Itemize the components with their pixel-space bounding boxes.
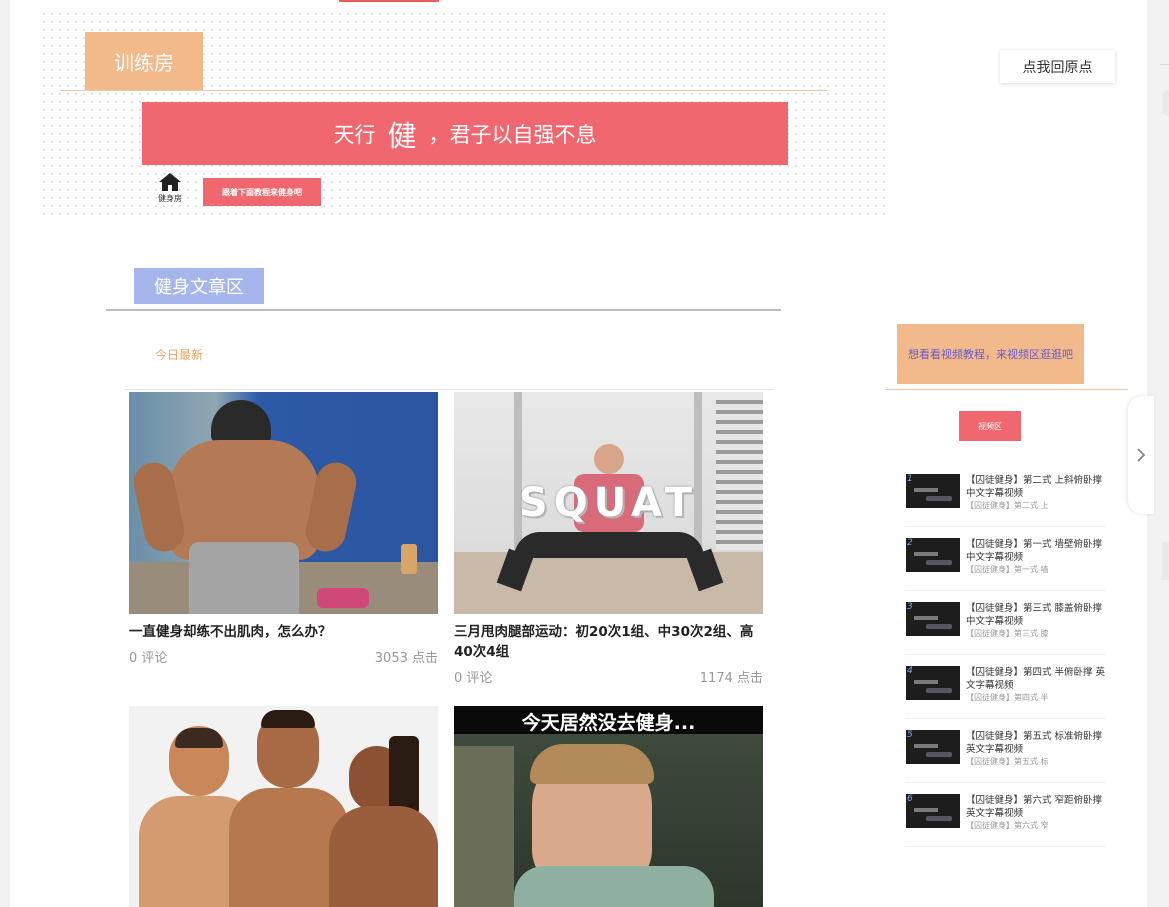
image-caption: 今天居然没去健身... xyxy=(521,712,696,734)
video-thumbnail[interactable]: 6 xyxy=(906,794,960,828)
article-image[interactable] xyxy=(129,706,438,907)
follow-tutorial-button[interactable]: 跟着下面教程来健身吧 xyxy=(203,178,321,206)
video-item[interactable]: 2 【囚徒健身】第一式 墙壁俯卧撑 中文字幕视频 【囚徒健身】第一式 墙 xyxy=(906,538,1106,591)
video-title[interactable]: 【囚徒健身】第三式 膝盖俯卧撑 中文字幕视频 xyxy=(966,602,1106,628)
video-thumbnail[interactable]: 3 xyxy=(906,602,960,636)
article-image[interactable] xyxy=(129,392,438,614)
video-promo-banner[interactable]: 想看看视频教程，来视频区逛逛吧 xyxy=(897,324,1084,384)
image-caption: SQUAT xyxy=(518,480,699,526)
room-tag: 训练房 xyxy=(85,32,203,90)
video-item[interactable]: 1 【囚徒健身】第二式 上斜俯卧撑 中文字幕视频 【囚徒健身】第二式 上 xyxy=(906,474,1106,527)
divider xyxy=(60,90,827,91)
chevron-right-icon xyxy=(1137,448,1146,462)
banner-big-char: 健 xyxy=(387,118,417,153)
article-meta: 0 评论 3053 点击 xyxy=(129,647,438,666)
article-image[interactable]: 今天居然没去健身... xyxy=(454,706,763,907)
video-title[interactable]: 【囚徒健身】第四式 半俯卧撑 英文字幕视频 xyxy=(966,666,1106,692)
article-card[interactable] xyxy=(129,706,438,907)
next-arrow-button[interactable] xyxy=(1128,396,1154,514)
video-subtitle: 【囚徒健身】第四式 半 xyxy=(966,693,1049,702)
video-thumbnail[interactable]: 2 xyxy=(906,538,960,572)
video-subtitle: 【囚徒健身】第一式 墙 xyxy=(966,565,1049,574)
article-card[interactable]: SQUAT 三月甩肉腿部运动：初20次1组、中30次2组、高40次4组 0 评论… xyxy=(454,392,763,686)
today-latest-label[interactable]: 今日最新 xyxy=(155,346,203,363)
video-thumbnail[interactable]: 1 xyxy=(906,474,960,508)
article-card[interactable]: 一直健身却练不出肌肉，怎么办？ 0 评论 3053 点击 xyxy=(129,392,438,666)
comment-count: 0 评论 xyxy=(129,651,168,666)
scroll-edge xyxy=(1162,542,1169,580)
scroll-edge xyxy=(1162,90,1169,116)
click-count: 3053 点击 xyxy=(374,651,438,666)
video-title[interactable]: 【囚徒健身】第五式 标准俯卧撑 英文字幕视频 xyxy=(966,730,1106,756)
banner-post: ，君子以自强不息 xyxy=(428,122,597,147)
video-item[interactable]: 6 【囚徒健身】第六式 窄距俯卧撑 英文字幕视频 【囚徒健身】第六式 窄 xyxy=(906,794,1106,847)
video-subtitle: 【囚徒健身】第六式 窄 xyxy=(966,821,1049,830)
articles-section-title: 健身文章区 xyxy=(134,268,264,304)
video-title[interactable]: 【囚徒健身】第二式 上斜俯卧撑 中文字幕视频 xyxy=(966,474,1106,500)
comment-count: 0 评论 xyxy=(454,671,493,686)
slogan-banner: 天行 健 ，君子以自强不息 xyxy=(142,102,788,165)
video-zone-button[interactable]: 视频区 xyxy=(959,411,1021,441)
scroll-edge xyxy=(1160,64,1169,65)
article-title[interactable]: 一直健身却练不出肌肉，怎么办？ xyxy=(129,622,438,642)
divider xyxy=(106,309,781,311)
article-card[interactable]: 今天居然没去健身... xyxy=(454,706,763,907)
video-item[interactable]: 5 【囚徒健身】第五式 标准俯卧撑 英文字幕视频 【囚徒健身】第五式 标 xyxy=(906,730,1106,783)
home-icon xyxy=(159,173,181,191)
home-link[interactable]: 健身房 xyxy=(150,172,190,204)
home-label: 健身房 xyxy=(158,194,182,203)
divider xyxy=(124,389,774,390)
video-thumbnail[interactable]: 4 xyxy=(906,666,960,700)
article-image[interactable]: SQUAT xyxy=(454,392,763,614)
video-thumbnail[interactable]: 5 xyxy=(906,730,960,764)
banner-pre: 天行 xyxy=(333,122,376,147)
video-title[interactable]: 【囚徒健身】第一式 墙壁俯卧撑 中文字幕视频 xyxy=(966,538,1106,564)
video-subtitle: 【囚徒健身】第三式 膝 xyxy=(966,629,1049,638)
page-container: 训练房 天行 健 ，君子以自强不息 健身房 跟着下面教程来健身吧 点我回原点 健… xyxy=(10,0,1147,907)
article-title[interactable]: 三月甩肉腿部运动：初20次1组、中30次2组、高40次4组 xyxy=(454,622,763,662)
article-meta: 0 评论 1174 点击 xyxy=(454,667,763,686)
video-subtitle: 【囚徒健身】第二式 上 xyxy=(966,501,1049,510)
top-accent-bar xyxy=(339,0,439,2)
click-count: 1174 点击 xyxy=(699,671,763,686)
divider xyxy=(885,389,1128,390)
video-subtitle: 【囚徒健身】第五式 标 xyxy=(966,757,1049,766)
video-list: 1 【囚徒健身】第二式 上斜俯卧撑 中文字幕视频 【囚徒健身】第二式 上 2 【囚… xyxy=(906,474,1106,858)
video-title[interactable]: 【囚徒健身】第六式 窄距俯卧撑 英文字幕视频 xyxy=(966,794,1106,820)
back-to-origin-button[interactable]: 点我回原点 xyxy=(1000,50,1115,83)
video-item[interactable]: 3 【囚徒健身】第三式 膝盖俯卧撑 中文字幕视频 【囚徒健身】第三式 膝 xyxy=(906,602,1106,655)
video-item[interactable]: 4 【囚徒健身】第四式 半俯卧撑 英文字幕视频 【囚徒健身】第四式 半 xyxy=(906,666,1106,719)
